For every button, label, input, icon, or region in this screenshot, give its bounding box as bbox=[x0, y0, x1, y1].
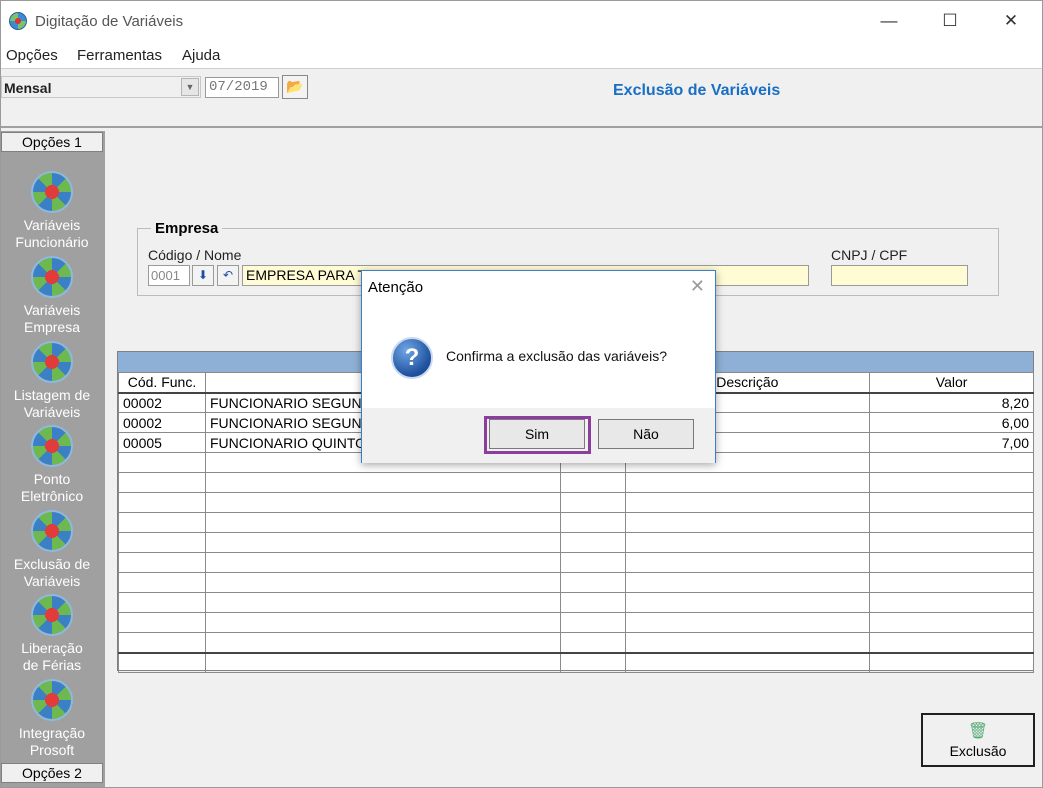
sidebar-item-liberacao-ferias[interactable]: Liberação de Férias bbox=[1, 594, 103, 674]
sidebar-item-listagem-variaveis[interactable]: Listagem de Variáveis bbox=[1, 341, 103, 421]
close-icon[interactable]: ✕ bbox=[690, 276, 705, 297]
sidebar-item-label: Liberação bbox=[21, 640, 83, 656]
cnpj-field[interactable] bbox=[831, 265, 968, 286]
menu-opcoes[interactable]: Opções bbox=[6, 47, 58, 64]
menu-ajuda[interactable]: Ajuda bbox=[182, 47, 220, 64]
window-title: Digitação de Variáveis bbox=[35, 13, 184, 30]
page-title: Exclusão de Variáveis bbox=[613, 82, 781, 99]
sidebar-item-label: Variáveis bbox=[23, 302, 81, 318]
sidebar-item-label: Ponto bbox=[33, 471, 71, 487]
question-icon: ? bbox=[391, 337, 433, 379]
globe-icon bbox=[31, 171, 73, 213]
sidebar-item-variaveis-empresa[interactable]: Variáveis Empresa bbox=[1, 256, 103, 336]
dialog-message: Confirma a exclusão das variáveis? bbox=[446, 348, 667, 364]
period-select[interactable]: Mensal ▼ bbox=[1, 76, 201, 98]
folder-open-icon[interactable]: 📂 bbox=[282, 75, 308, 99]
sidebar-item-integracao-prosoft[interactable]: Integração Prosoft bbox=[1, 679, 103, 759]
main-window: Digitação de Variáveis — ☐ ✕ Opções Ferr… bbox=[0, 0, 1043, 788]
table-row[interactable] bbox=[118, 552, 1034, 573]
sidebar-item-label: Exclusão de bbox=[13, 556, 91, 572]
cell-value: 8,20 bbox=[869, 392, 1034, 413]
app-globe-icon bbox=[9, 12, 27, 30]
table-row[interactable] bbox=[118, 592, 1034, 613]
no-button[interactable]: Não bbox=[598, 419, 694, 449]
sidebar: Opções 1 Variáveis Funcionário Variáveis… bbox=[1, 131, 105, 787]
sidebar-item-label: Funcionário bbox=[15, 234, 89, 250]
period-value: Mensal bbox=[4, 80, 52, 96]
sidebar-item-variaveis-funcionario[interactable]: Variáveis Funcionário bbox=[1, 171, 103, 251]
sidebar-item-ponto-eletronico[interactable]: Ponto Eletrônico bbox=[1, 425, 103, 505]
globe-icon bbox=[31, 425, 73, 467]
dialog-title: Atenção bbox=[368, 279, 424, 296]
cell-code: 00005 bbox=[118, 432, 206, 453]
sidebar-header-opcoes-1[interactable]: Opções 1 bbox=[1, 132, 103, 152]
globe-icon bbox=[31, 594, 73, 636]
table-row[interactable] bbox=[118, 472, 1034, 493]
exclusao-button[interactable]: 🗑 Exclusão bbox=[921, 713, 1035, 767]
menu-ferramentas[interactable]: Ferramentas bbox=[77, 47, 162, 64]
yes-button-highlight bbox=[484, 416, 591, 454]
sidebar-header-opcoes-2[interactable]: Opções 2 bbox=[1, 763, 103, 783]
menu-bar: Opções Ferramentas Ajuda bbox=[1, 41, 1042, 69]
sidebar-item-label: Integração bbox=[18, 725, 86, 741]
undo-icon[interactable]: ↶ bbox=[217, 265, 239, 286]
table-row[interactable] bbox=[118, 572, 1034, 593]
code-name-label: Código / Nome bbox=[148, 247, 242, 263]
globe-icon bbox=[31, 679, 73, 721]
table-row[interactable] bbox=[118, 492, 1034, 513]
cell-value: 6,00 bbox=[869, 412, 1034, 433]
empresa-group-title: Empresa bbox=[151, 220, 223, 237]
exclusao-button-label: Exclusão bbox=[949, 743, 1007, 759]
title-bar: Digitação de Variáveis — ☐ ✕ bbox=[1, 1, 1042, 41]
table-row[interactable] bbox=[118, 512, 1034, 533]
sidebar-item-label: Listagem de bbox=[13, 387, 91, 403]
table-row[interactable] bbox=[118, 612, 1034, 633]
globe-icon bbox=[31, 341, 73, 383]
sidebar-item-label: Variáveis bbox=[23, 573, 81, 589]
minimize-button[interactable]: — bbox=[879, 11, 899, 31]
globe-icon bbox=[31, 256, 73, 298]
cnpj-label: CNPJ / CPF bbox=[831, 247, 908, 263]
close-button[interactable]: ✕ bbox=[1001, 11, 1021, 31]
recycle-bin-icon: 🗑 bbox=[967, 723, 989, 740]
sidebar-item-label: de Férias bbox=[22, 657, 82, 673]
column-header[interactable]: Cód. Func. bbox=[118, 372, 206, 394]
column-header[interactable]: Valor bbox=[869, 372, 1034, 394]
cell-code: 00002 bbox=[118, 392, 206, 413]
date-field[interactable]: 07/2019 bbox=[205, 77, 279, 98]
cell-value: 7,00 bbox=[869, 432, 1034, 453]
table-footer-row bbox=[118, 651, 1034, 673]
download-icon[interactable]: ⬇ bbox=[192, 265, 214, 286]
sidebar-item-label: Prosoft bbox=[29, 742, 75, 758]
cell-code: 00002 bbox=[118, 412, 206, 433]
toolbar: Mensal ▼ 07/2019 📂 Exclusão de Variáveis bbox=[1, 70, 1042, 128]
table-row[interactable] bbox=[118, 532, 1034, 553]
maximize-button[interactable]: ☐ bbox=[940, 11, 960, 31]
sidebar-item-label: Variáveis bbox=[23, 404, 81, 420]
sidebar-item-label: Empresa bbox=[23, 319, 81, 335]
chevron-down-icon[interactable]: ▼ bbox=[181, 78, 199, 96]
table-row[interactable] bbox=[118, 632, 1034, 653]
globe-icon bbox=[31, 510, 73, 552]
sidebar-item-label: Eletrônico bbox=[20, 488, 84, 504]
sidebar-item-exclusao-variaveis[interactable]: Exclusão de Variáveis bbox=[1, 510, 103, 590]
sidebar-item-label: Variáveis bbox=[23, 217, 81, 233]
company-code-field[interactable]: 0001 bbox=[148, 265, 190, 286]
